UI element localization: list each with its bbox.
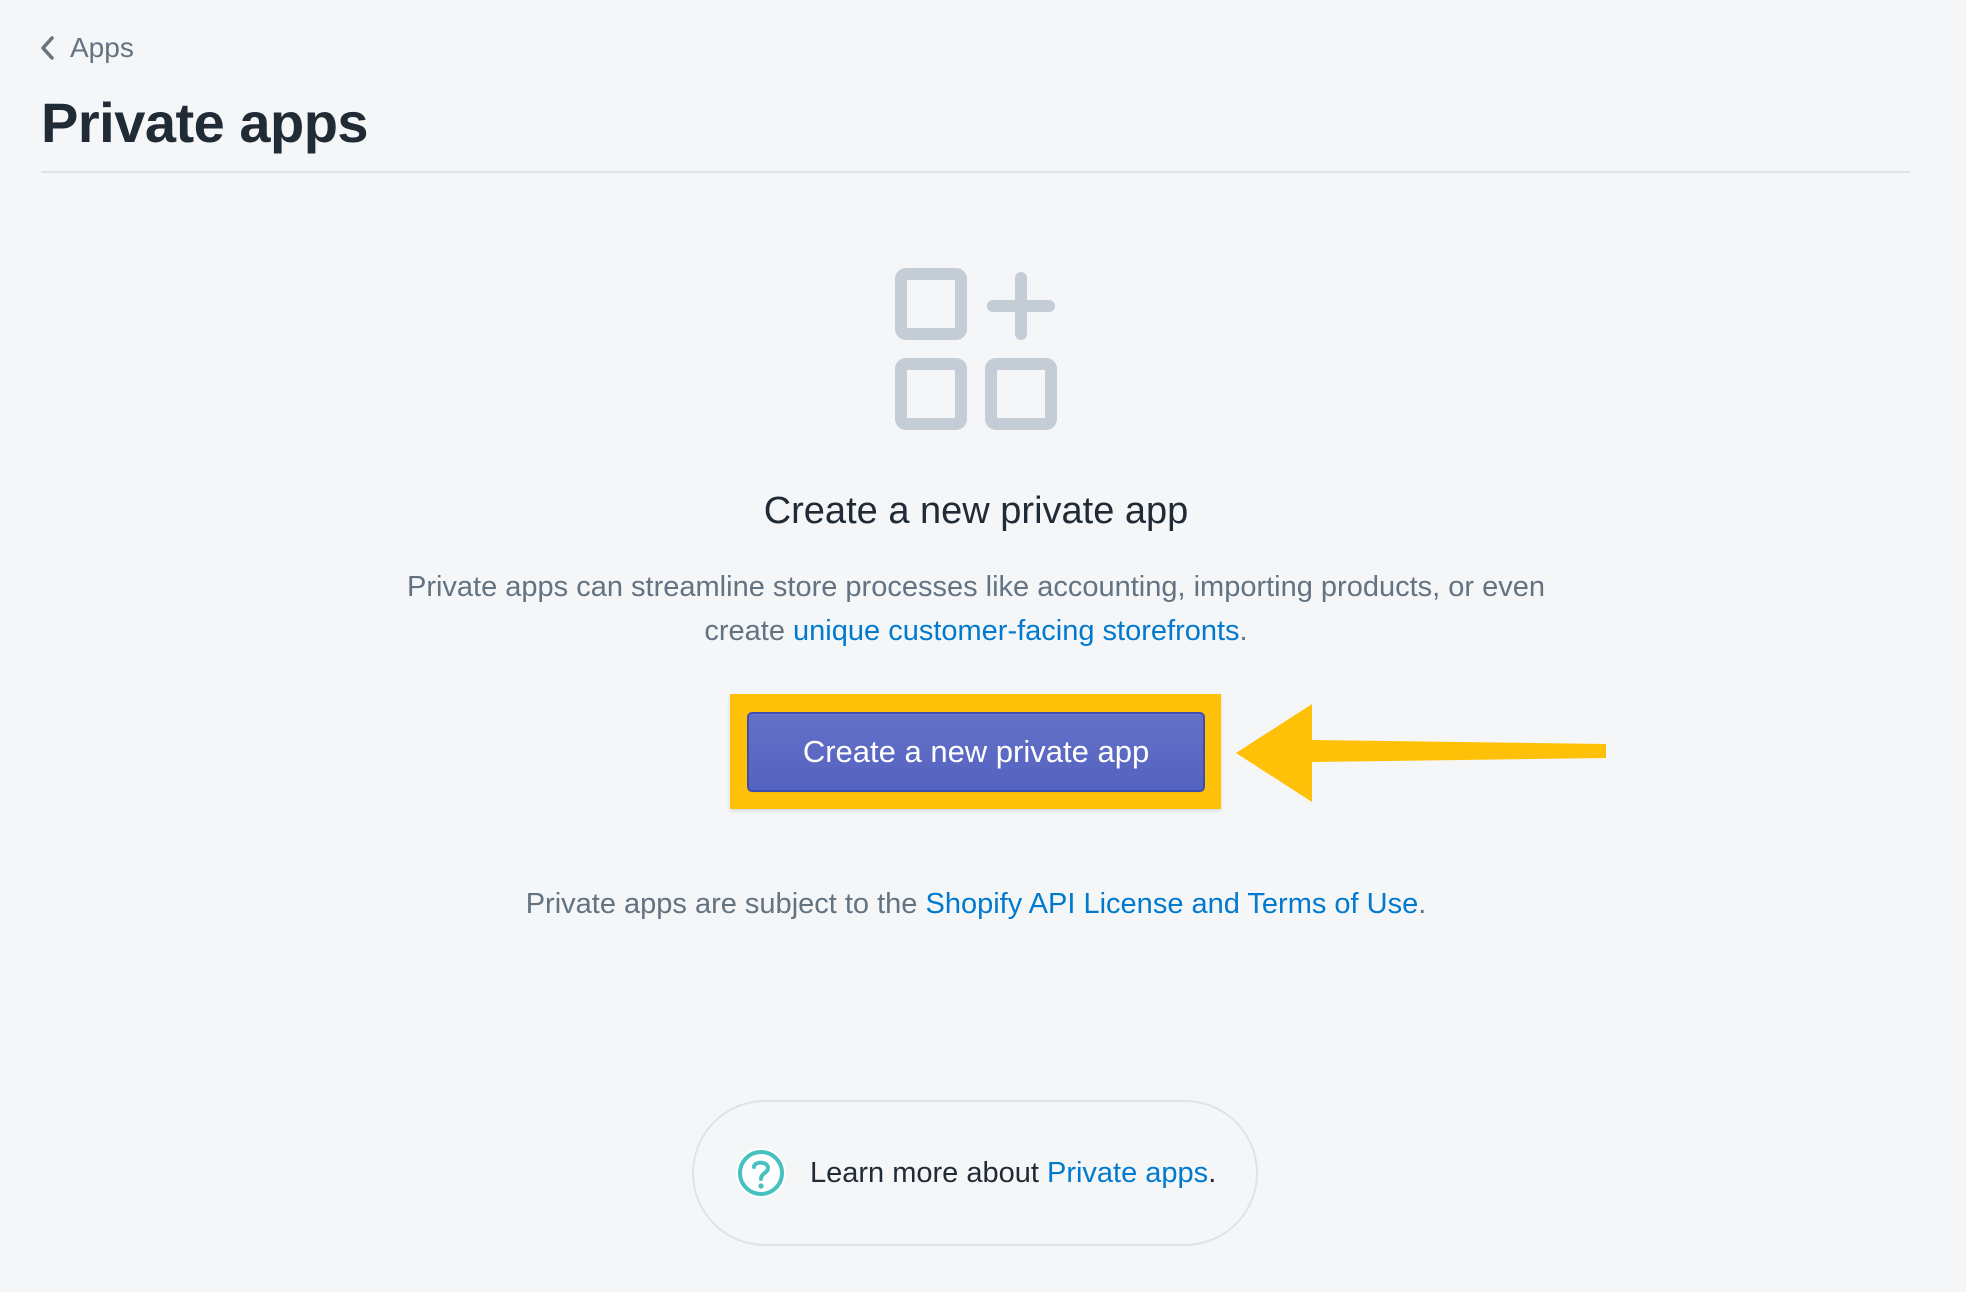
storefronts-link[interactable]: unique customer-facing storefronts xyxy=(793,615,1240,647)
terms-notice: Private apps are subject to the Shopify … xyxy=(0,888,1952,921)
breadcrumb-back-apps[interactable]: Apps xyxy=(38,32,134,64)
pointer-arrow-icon xyxy=(1236,704,1606,802)
private-apps-learn-link[interactable]: Private apps xyxy=(1047,1157,1208,1189)
api-license-link[interactable]: Shopify API License and Terms of Use xyxy=(926,888,1419,920)
breadcrumb-label: Apps xyxy=(70,32,134,63)
page-title: Private apps xyxy=(41,91,369,154)
private-apps-page: Apps Private apps Create a new private a… xyxy=(0,0,1966,1292)
empty-state-description: Private apps can streamline store proces… xyxy=(383,565,1569,653)
footer-help: Learn more about Private apps. xyxy=(692,1100,1258,1246)
footer-prefix: Learn more about xyxy=(810,1156,1047,1189)
terms-suffix: . xyxy=(1418,888,1427,920)
header-divider xyxy=(41,171,1910,173)
description-suffix: . xyxy=(1239,615,1248,647)
chevron-left-icon xyxy=(41,36,54,60)
question-circle-icon xyxy=(736,1148,786,1198)
terms-text: Private apps are subject to the xyxy=(525,888,926,920)
apps-add-icon xyxy=(895,268,1057,430)
create-private-app-button[interactable]: Create a new private app xyxy=(747,712,1205,792)
footer-text: Learn more about Private apps. xyxy=(810,1157,1216,1190)
empty-state-heading: Create a new private app xyxy=(763,490,1189,532)
footer-suffix: . xyxy=(1208,1156,1217,1189)
